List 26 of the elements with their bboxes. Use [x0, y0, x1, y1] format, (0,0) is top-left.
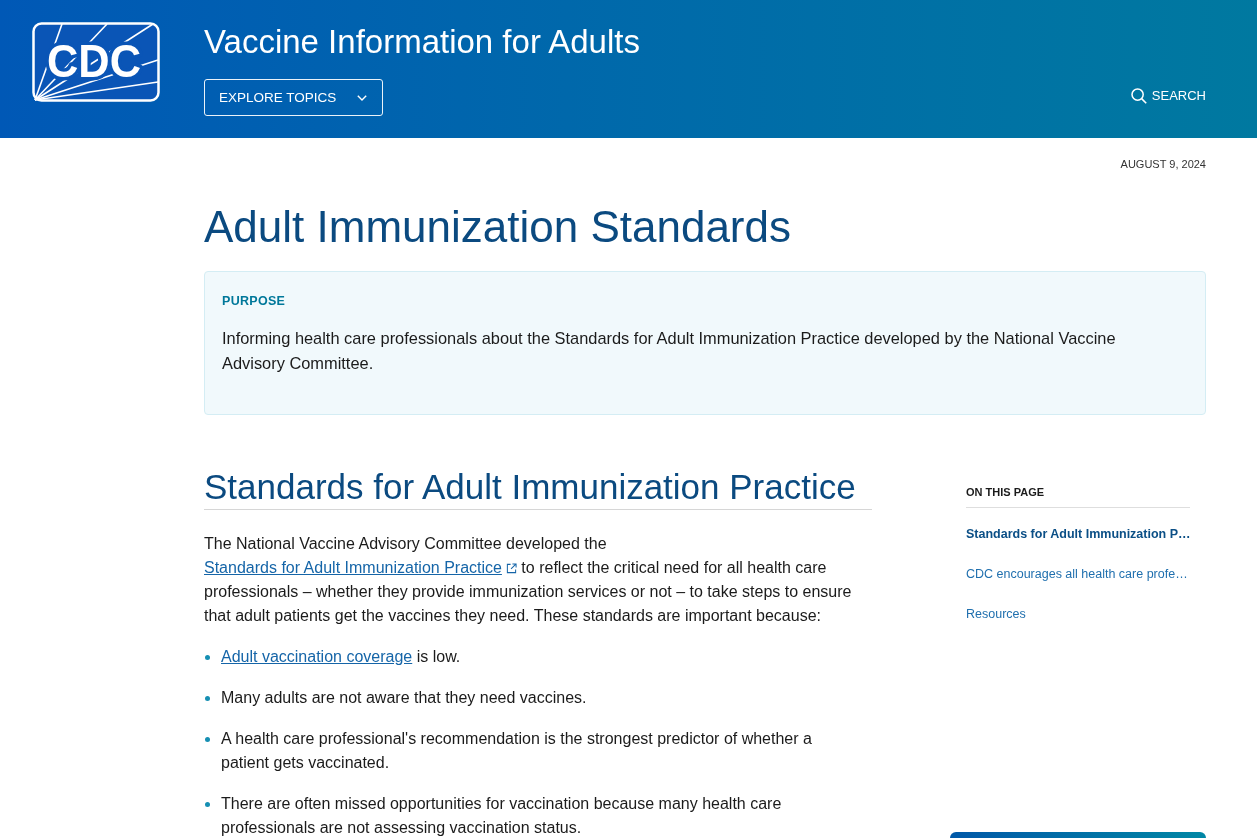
on-this-page-heading: ON THIS PAGE — [966, 485, 1045, 499]
bullet-text: There are often missed opportunities for vaccination because many health care professionals are not assessing vaccination status. — [221, 794, 783, 838]
text-link[interactable]: Adult vaccination coverage — [221, 648, 413, 665]
site-title[interactable]: Vaccine Information for Adults — [204, 23, 640, 61]
on-this-page-link[interactable]: Resources — [966, 606, 1026, 622]
bullet-text: Many adults are not aware that they need vaccines. — [221, 688, 587, 708]
bullet-icon — [205, 655, 210, 660]
search-icon — [1130, 88, 1147, 104]
external-text-link[interactable]: Standards for Adult Immunization Practice — [204, 559, 517, 576]
purpose-text: Informing health care professionals about the Standards for Adult Immunization Practice developed by the National Vaccine Advisory Committee. — [222, 328, 1117, 374]
bullet-text: Adult vaccination coverage is low. — [221, 647, 461, 667]
purpose-label: PURPOSE — [222, 293, 286, 309]
section-heading: Standards for Adult Immunization Practice — [204, 467, 872, 510]
bullet-icon — [205, 696, 210, 701]
explore-topics-button[interactable]: EXPLORE TOPICS — [204, 79, 384, 116]
intro-paragraph: The National Vaccine Advisory Committee developed the Standards for Adult Immunization Practice to reflect the critical need for all health care professionals – whether they provide immunization services or not – to take steps to ensure that adult patients get the vaccines they need. These standards are important because: — [204, 534, 853, 626]
bullet-icon — [205, 737, 210, 742]
on-this-page-link[interactable]: CDC encourages all health care profe… — [966, 566, 1188, 582]
bullet-text: A health care professional's recommendation is the strongest predictor of whether a patient gets vaccinated. — [221, 729, 813, 773]
bullet-icon — [205, 802, 210, 807]
publish-date: AUGUST 9, 2024 — [1120, 158, 1206, 171]
external-link-icon — [505, 563, 517, 574]
page-title: Adult Immunization Standards — [204, 203, 791, 251]
on-this-page-link[interactable]: Standards for Adult Immunization P… — [966, 526, 1191, 542]
chevron-down-icon — [357, 94, 368, 101]
search-button[interactable]: SEARCH — [1130, 87, 1206, 105]
